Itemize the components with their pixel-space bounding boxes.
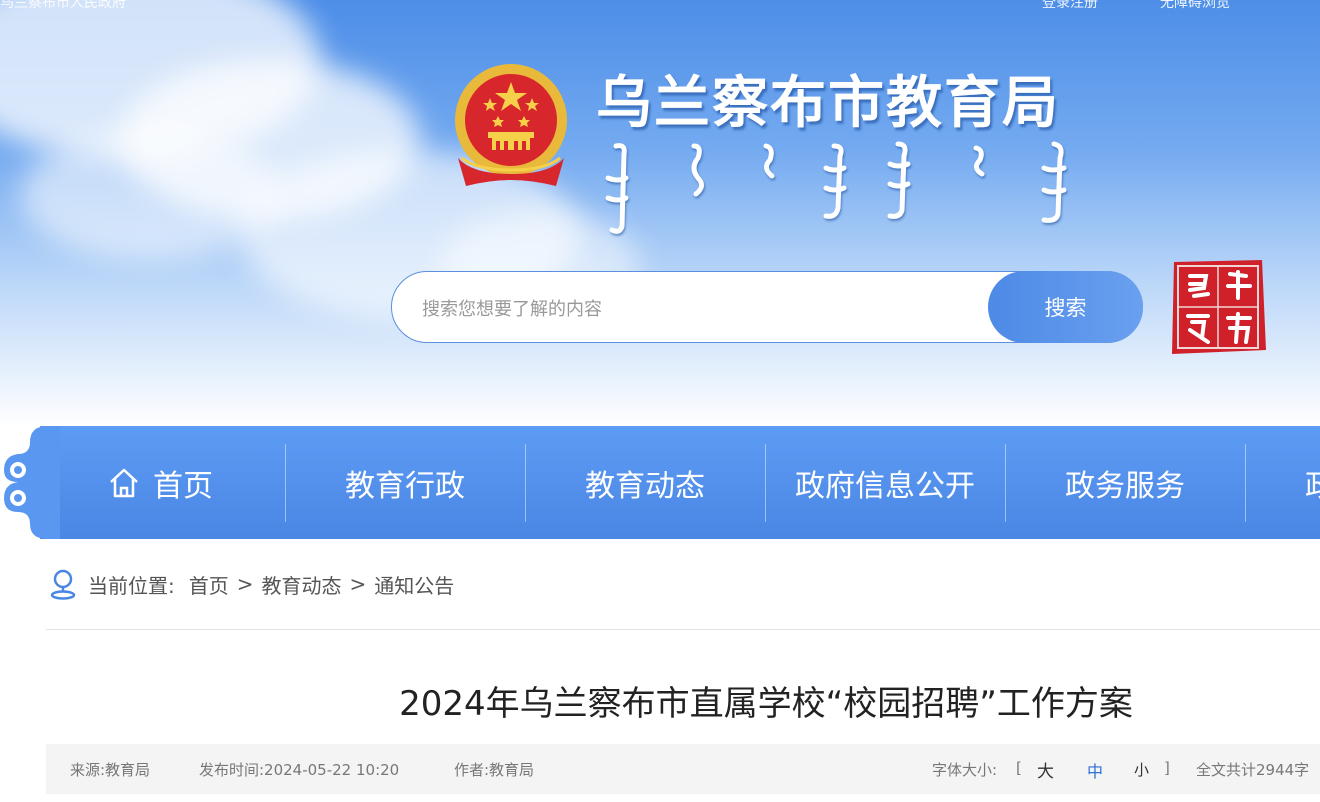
breadcrumb-notices[interactable]: 通知公告	[374, 570, 454, 599]
city-seal-logo	[1172, 260, 1266, 354]
breadcrumb-separator: >	[236, 572, 254, 596]
nav-item-education-news[interactable]: 教育动态	[525, 444, 765, 522]
breadcrumb-prefix: 当前位置:	[88, 573, 175, 598]
mongolian-script-title	[605, 141, 1067, 234]
font-size-small[interactable]: 小	[1134, 759, 1149, 780]
font-size-label: 字体大小:	[932, 761, 998, 779]
location-pin-icon	[50, 569, 76, 600]
nav-item-home[interactable]: 首页	[40, 444, 280, 522]
article-word-count: 全文共计2944字	[1196, 761, 1310, 779]
top-bar-login[interactable]: 登录注册	[1042, 0, 1098, 12]
breadcrumb-separator: >	[349, 572, 367, 596]
font-size-bracket-open: [	[1016, 759, 1022, 777]
font-size-large[interactable]: 大	[1037, 757, 1054, 782]
search-input[interactable]	[420, 286, 984, 332]
font-size-medium[interactable]: 中	[1087, 758, 1103, 782]
search-button[interactable]: 搜索	[988, 271, 1143, 343]
site-title: 乌兰察布市教育局	[596, 71, 1060, 136]
nav-item-gov-services[interactable]: 政务服务	[1005, 444, 1245, 522]
breadcrumb-education-news[interactable]: 教育动态	[262, 570, 342, 599]
site-header: 乌兰察布市人民政府 登录注册 无障碍浏览 乌兰察布市教育局 搜索您想要了解的内容…	[0, 0, 1320, 426]
breadcrumb: 当前位置: 首页 > 教育动态 > 通知公告	[50, 566, 454, 602]
article-publish-time: 发布时间:2024-05-22 10:20	[199, 761, 400, 779]
top-bar-accessibility[interactable]: 无障碍浏览	[1160, 0, 1230, 12]
nav-item-label: 首页	[153, 469, 213, 504]
nav-item-truncated[interactable]: 政	[1245, 444, 1320, 522]
search-box: 搜索	[391, 271, 1143, 343]
nav-item-education-admin[interactable]: 教育行政	[285, 444, 525, 522]
main-nav: 首页 教育行政 教育动态 政府信息公开 政务服务 政	[0, 426, 1320, 539]
divider	[46, 629, 1320, 630]
home-icon	[110, 468, 138, 498]
cloud	[20, 130, 280, 260]
article-meta-bar: 来源:教育局 发布时间:2024-05-22 10:20 作者:教育局 字体大小…	[46, 744, 1320, 794]
nav-item-gov-info[interactable]: 政府信息公开	[765, 444, 1005, 522]
national-emblem-icon	[455, 64, 567, 186]
article-title: 2024年乌兰察布市直属学校“校园招聘”工作方案	[399, 684, 1133, 724]
breadcrumb-home[interactable]: 首页	[189, 570, 229, 599]
top-bar-gov-link[interactable]: 乌兰察布市人民政府	[0, 0, 126, 12]
article-author: 作者:教育局	[454, 761, 535, 779]
article-source: 来源:教育局	[70, 761, 151, 779]
font-size-bracket-close: ]	[1164, 759, 1170, 777]
